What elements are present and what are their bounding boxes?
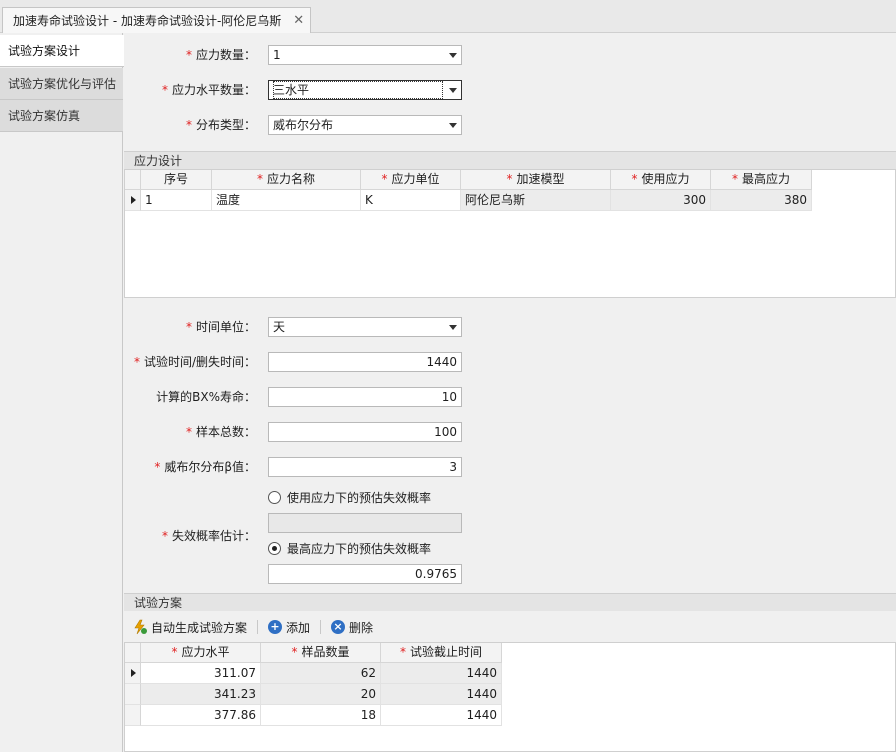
col-header-sample-count[interactable]: * 样品数量 (261, 643, 381, 663)
tab-plan-optimize[interactable]: 试验方案优化与评估 (0, 68, 123, 100)
row-pointer-icon (131, 196, 136, 204)
bx-life-label: 计算的BX%寿命： (156, 390, 256, 404)
bolt-icon (134, 619, 147, 635)
stress-levels-dropdown[interactable]: 三水平 (268, 80, 462, 100)
row-pointer-icon (131, 669, 136, 677)
col-header-max-stress[interactable]: * 最高应力 (711, 170, 812, 190)
fail-prob-row: * 失效概率估计： (124, 526, 896, 546)
stress-design-header: 应力设计 (124, 151, 896, 169)
toolbar-separator (257, 620, 259, 634)
plus-icon: + (268, 620, 283, 634)
left-tab-panel: 试验方案设计 试验方案优化与评估 试验方案仿真 (0, 33, 124, 752)
col-header-use-stress[interactable]: * 使用应力 (611, 170, 711, 190)
chevron-down-icon (449, 325, 457, 330)
stress-design-grid: 序号 * 应力名称 * 应力单位 * 加速模型 * 使用应力 * 最高应力 1 温度 K … (124, 169, 896, 298)
add-button[interactable]: + 添加 (268, 619, 310, 636)
distribution-dropdown[interactable]: 威布尔分布 (268, 115, 462, 135)
table-cell[interactable]: 1440 (381, 705, 502, 726)
table-cell[interactable]: 阿伦尼乌斯 (461, 190, 611, 211)
weibull-beta-input[interactable]: 3 (268, 457, 462, 477)
col-header-accel-model[interactable]: * 加速模型 (461, 170, 611, 190)
row-selector[interactable] (125, 705, 141, 726)
col-header-stress-unit[interactable]: * 应力单位 (361, 170, 461, 190)
test-plan-toolbar: 自动生成试验方案 + 添加 × 删除 (124, 616, 896, 638)
col-header-index[interactable]: 序号 (141, 170, 212, 190)
distribution-label: * 分布类型： (185, 118, 256, 132)
table-cell[interactable]: K (361, 190, 461, 211)
distribution-row: * 分布类型： 威布尔分布 (124, 115, 896, 135)
bx-life-input[interactable]: 10 (268, 387, 462, 407)
stress-count-label: * 应力数量： (185, 48, 256, 62)
tab-plan-design[interactable]: 试验方案设计 (0, 35, 124, 67)
max-prob-row: 0.9765 (124, 564, 896, 584)
row-selector[interactable] (125, 663, 141, 684)
test-plan-grid: * 应力水平 * 样品数量 * 试验截止时间 311.07 62 1440 341.2… (124, 642, 896, 752)
test-time-label: * 试验时间/删失时间： (133, 355, 256, 369)
tab-plan-simulation[interactable]: 试验方案仿真 (0, 100, 123, 132)
document-tab-title: 加速寿命试验设计 - 加速寿命试验设计-阿伦尼乌斯 (13, 14, 282, 28)
auto-generate-button[interactable]: 自动生成试验方案 (132, 619, 247, 636)
test-time-row: * 试验时间/删失时间： 1440 (124, 352, 896, 372)
delete-button[interactable]: × 删除 (331, 619, 373, 636)
document-tab-bar: 加速寿命试验设计 - 加速寿命试验设计-阿伦尼乌斯 ✕ (0, 0, 896, 33)
time-unit-row: * 时间单位： 天 (124, 317, 896, 337)
row-selector[interactable] (125, 190, 141, 211)
document-tab[interactable]: 加速寿命试验设计 - 加速寿命试验设计-阿伦尼乌斯 ✕ (2, 7, 312, 33)
table-cell[interactable]: 62 (261, 663, 381, 684)
table-cell[interactable]: 1440 (381, 663, 502, 684)
sample-total-row: * 样本总数： 100 (124, 422, 896, 442)
table-cell[interactable]: 1440 (381, 684, 502, 705)
chevron-down-icon (449, 53, 457, 58)
delete-icon: × (331, 620, 346, 634)
test-plan-header: 试验方案 (124, 593, 896, 611)
sample-total-input[interactable]: 100 (268, 422, 462, 442)
bx-life-row: 计算的BX%寿命： 10 (124, 387, 896, 407)
weibull-beta-label: * 威布尔分布β值： (154, 460, 256, 474)
chevron-down-icon (449, 123, 457, 128)
fail-prob-label: * 失效概率估计： (161, 529, 256, 543)
grid-corner (125, 643, 141, 663)
time-unit-label: * 时间单位： (185, 320, 256, 334)
radio-max-stress[interactable]: 最高应力下的预估失效概率 (268, 538, 431, 558)
weibull-beta-row: * 威布尔分布β值： 3 (124, 457, 896, 477)
toolbar-separator (320, 620, 322, 634)
table-cell[interactable]: 380 (711, 190, 812, 211)
row-selector[interactable] (125, 684, 141, 705)
table-cell[interactable]: 341.23 (141, 684, 261, 705)
test-time-input[interactable]: 1440 (268, 352, 462, 372)
chevron-down-icon (449, 88, 457, 93)
table-cell[interactable]: 18 (261, 705, 381, 726)
time-unit-dropdown[interactable]: 天 (268, 317, 462, 337)
stress-count-row: * 应力数量： 1 (124, 45, 896, 65)
table-cell[interactable]: 温度 (212, 190, 361, 211)
close-icon[interactable]: ✕ (293, 13, 304, 28)
stress-count-dropdown[interactable]: 1 (268, 45, 462, 65)
table-cell[interactable]: 377.86 (141, 705, 261, 726)
main-panel: * 应力数量： 1 * 应力水平数量： 三水平 * 分布类型： 威布尔分布 应力设计 … (124, 33, 896, 752)
table-cell[interactable]: 20 (261, 684, 381, 705)
table-cell[interactable]: 300 (611, 190, 711, 211)
grid-corner (125, 170, 141, 190)
stress-levels-row: * 应力水平数量： 三水平 (124, 80, 896, 100)
sample-total-label: * 样本总数： (185, 425, 256, 439)
radio-use-stress[interactable]: 使用应力下的预估失效概率 (268, 487, 431, 507)
radio-button[interactable] (268, 541, 281, 555)
col-header-stress-level[interactable]: * 应力水平 (141, 643, 261, 663)
radio-button[interactable] (268, 490, 281, 504)
stress-levels-label: * 应力水平数量： (161, 83, 256, 97)
table-cell[interactable]: 1 (141, 190, 212, 211)
col-header-cutoff-time[interactable]: * 试验截止时间 (381, 643, 502, 663)
table-cell[interactable]: 311.07 (141, 663, 261, 684)
col-header-stress-name[interactable]: * 应力名称 (212, 170, 361, 190)
max-prob-input[interactable]: 0.9765 (268, 564, 462, 584)
